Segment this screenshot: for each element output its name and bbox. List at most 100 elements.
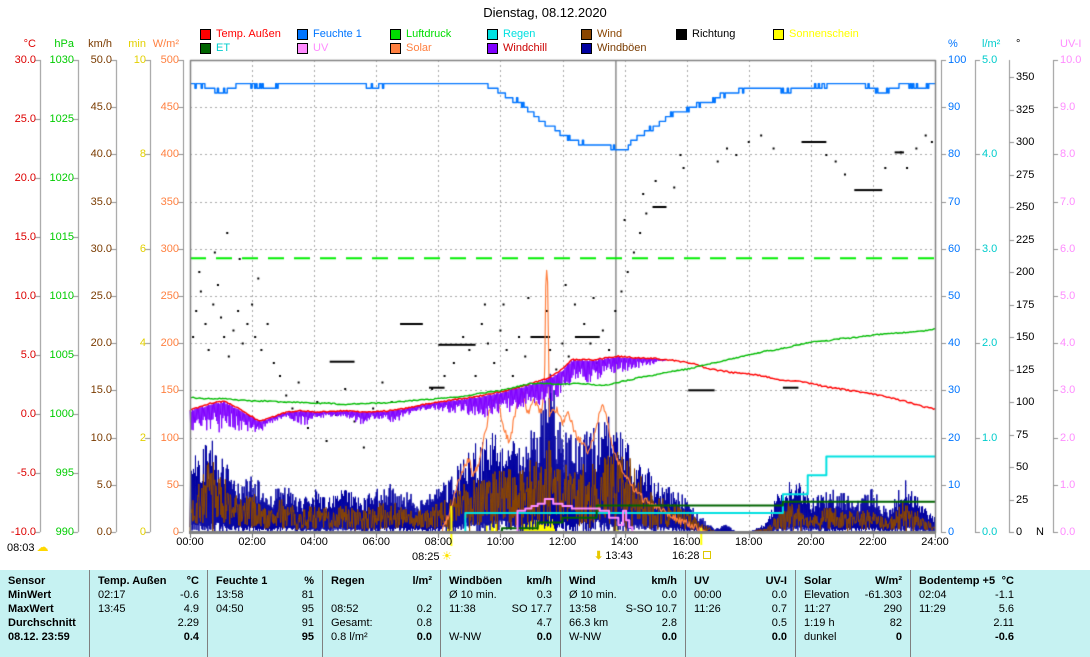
sensor-column-temp-au-en: Temp. Außen°C02:17-0.613:454.92.290.4 xyxy=(89,570,207,657)
tick-label: 400 xyxy=(161,148,179,160)
legend-item-luftdruck[interactable]: Luftdruck xyxy=(390,28,451,40)
legend-item-windchill[interactable]: Windchill xyxy=(487,42,547,54)
legend-label: ET xyxy=(216,42,230,54)
column-name: Solar xyxy=(804,574,832,588)
tick-label: 10 xyxy=(948,479,960,491)
legend-label: Feuchte 1 xyxy=(313,28,362,40)
cell-value: 0.2 xyxy=(417,602,432,616)
cell-value: 0.4 xyxy=(184,630,199,644)
tick-label: 1015 xyxy=(50,231,74,243)
tick-label: 15.0 xyxy=(15,231,36,243)
legend-item-temp-au-en[interactable]: Temp. Außen xyxy=(200,28,281,40)
tick-label: 10.0 xyxy=(15,290,36,302)
cloud-icon: ☁ xyxy=(37,540,49,554)
legend-item-et[interactable]: ET xyxy=(200,42,230,54)
cell-value: 5.6 xyxy=(999,602,1014,616)
cell-time: 04:50 xyxy=(216,602,244,616)
legend-label: Sonnenschein xyxy=(789,28,859,40)
cell-value: S-SO 10.7 xyxy=(626,602,677,616)
legend-label: Windchill xyxy=(503,42,547,54)
tick-label: 25.0 xyxy=(91,290,112,302)
cell-value: 4.9 xyxy=(184,602,199,616)
tick-label: 300 xyxy=(161,243,179,255)
cell-value: 0 xyxy=(896,630,902,644)
cell-time: dunkel xyxy=(804,630,836,644)
column-name: Bodentemp +5 xyxy=(919,574,995,588)
tick-label: 0 xyxy=(140,526,146,538)
column-name: Wind xyxy=(569,574,596,588)
legend-item-sonnenschein[interactable]: Sonnenschein xyxy=(773,28,859,40)
legend-item-solar[interactable]: Solar xyxy=(390,42,432,54)
cell-value: 95 xyxy=(302,630,314,644)
sensor-column-bodentemp-5: Bodentemp +5°C02:04-1.111:295.62.11-0.6 xyxy=(910,570,1022,657)
tick-label: 7.0 xyxy=(1060,196,1075,208)
legend-swatch xyxy=(773,29,784,40)
legend-swatch xyxy=(390,29,401,40)
sunset-time: 16:28 xyxy=(672,550,700,562)
tick-label: 995 xyxy=(56,467,74,479)
tick-label: 0.0 xyxy=(97,526,112,538)
x-tick-label: 02:00 xyxy=(230,536,274,548)
tick-label: 5.0 xyxy=(982,54,997,66)
tick-label: 0.0 xyxy=(982,526,997,538)
cell-time: W-NW xyxy=(449,630,481,644)
column-unit: UV-I xyxy=(766,574,787,588)
tick-label: 300 xyxy=(1016,136,1034,148)
legend-label: UV xyxy=(313,42,328,54)
tick-label: 75 xyxy=(1016,429,1028,441)
tick-label: 0 xyxy=(1016,526,1022,538)
legend-swatch xyxy=(200,29,211,40)
tick-label: 100 xyxy=(1016,396,1034,408)
column-name: Windböen xyxy=(449,574,502,588)
cell-value: 81 xyxy=(302,588,314,602)
legend-item-richtung[interactable]: Richtung xyxy=(676,28,735,40)
tick-label: 250 xyxy=(1016,201,1034,213)
tick-label: 0.0 xyxy=(1060,526,1075,538)
tick-label: 1000 xyxy=(50,408,74,420)
legend-item-regen[interactable]: Regen xyxy=(487,28,535,40)
column-name: UV xyxy=(694,574,709,588)
legend-swatch xyxy=(676,29,687,40)
cell-value: -0.6 xyxy=(995,630,1014,644)
axis-unit-2: km/h xyxy=(88,38,112,50)
tick-label: 40 xyxy=(948,337,960,349)
legend-item-feuchte-1[interactable]: Feuchte 1 xyxy=(297,28,362,40)
tick-label: 2 xyxy=(140,432,146,444)
tick-label: 25.0 xyxy=(15,113,36,125)
solar-noon-time: 13:43 xyxy=(605,550,633,562)
cell-value: 4.7 xyxy=(537,616,552,630)
tick-label: 4 xyxy=(140,337,146,349)
sensor-column-solar: SolarW/m²Elevation-61.30311:272901:19 h8… xyxy=(795,570,910,657)
sensor-column-uv: UVUV-I00:000.011:260.70.50.0 xyxy=(685,570,795,657)
x-tick-label: 04:00 xyxy=(292,536,336,548)
tick-label: 150 xyxy=(1016,331,1034,343)
legend-item-wind[interactable]: Wind xyxy=(581,28,622,40)
tick-label: 20.0 xyxy=(15,172,36,184)
column-unit: W/m² xyxy=(875,574,902,588)
axis-unit-r1: l/m² xyxy=(982,38,1000,50)
cell-value: 0.3 xyxy=(537,588,552,602)
tick-label: 5.0 xyxy=(97,479,112,491)
tick-label: 8.0 xyxy=(1060,148,1075,160)
tick-label: 100 xyxy=(161,432,179,444)
cell-time: Gesamt: xyxy=(331,616,373,630)
x-tick-label: 24:00 xyxy=(913,536,957,548)
x-tick-label: 14:00 xyxy=(603,536,647,548)
tick-label: 325 xyxy=(1016,104,1034,116)
legend-swatch xyxy=(390,43,401,54)
cell-value: 0.8 xyxy=(417,616,432,630)
tick-label: 35.0 xyxy=(91,196,112,208)
column-unit: l/m² xyxy=(412,574,432,588)
legend-item-uv[interactable]: UV xyxy=(297,42,328,54)
chart-canvas xyxy=(0,0,1090,560)
tick-label: 3.0 xyxy=(982,243,997,255)
axis-unit-r0: % xyxy=(948,38,958,50)
tick-label: 20.0 xyxy=(91,337,112,349)
legend-item-windb-en[interactable]: Windböen xyxy=(581,42,647,54)
legend-label: Windböen xyxy=(597,42,647,54)
legend-label: Temp. Außen xyxy=(216,28,281,40)
tick-label: 250 xyxy=(161,290,179,302)
cell-value: 0.0 xyxy=(537,630,552,644)
sunrise-marker: 08:25☀ xyxy=(412,550,454,563)
tick-label: 25 xyxy=(1016,494,1028,506)
